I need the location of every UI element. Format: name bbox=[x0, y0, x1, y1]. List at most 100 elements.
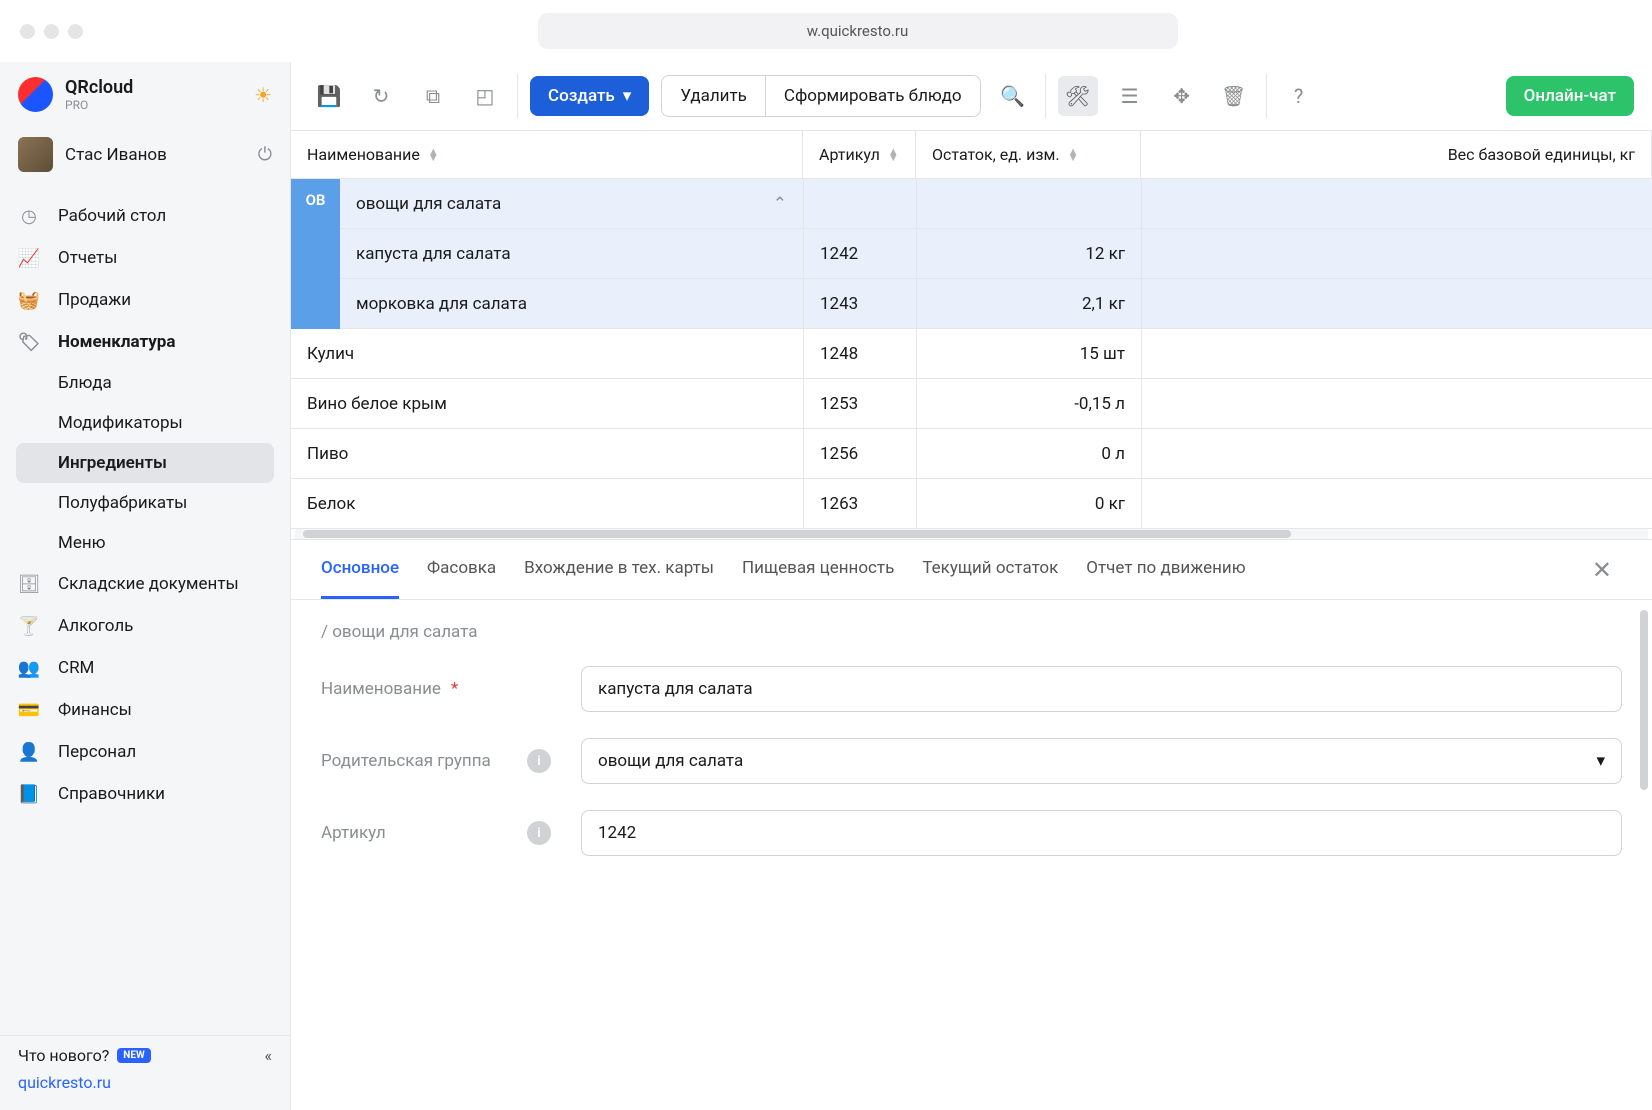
form-row-name: Наименование * bbox=[321, 666, 1622, 712]
delete-button[interactable]: Удалить bbox=[661, 75, 765, 117]
nav-menu[interactable]: Меню bbox=[0, 523, 290, 563]
paste-button[interactable]: ◰ bbox=[465, 76, 505, 116]
separator bbox=[517, 74, 518, 118]
move-button[interactable]: ✥ bbox=[1162, 76, 1202, 116]
maximize-window[interactable] bbox=[68, 24, 83, 39]
sort-icon: ▲▼ bbox=[428, 149, 439, 161]
whats-new-label: Что нового? bbox=[18, 1046, 109, 1065]
create-label: Создать bbox=[548, 86, 615, 106]
vertical-scrollbar[interactable] bbox=[1640, 610, 1648, 790]
table-row[interactable]: Белок 1263 0 кг bbox=[291, 479, 1652, 529]
column-label: Остаток, ед. изм. bbox=[932, 145, 1060, 164]
help-button[interactable]: ? bbox=[1279, 76, 1319, 116]
whats-new[interactable]: Что нового? NEW « bbox=[18, 1046, 272, 1065]
nav-dishes[interactable]: Блюда bbox=[0, 363, 290, 403]
tab-nutrition[interactable]: Пищевая ценность bbox=[742, 540, 894, 599]
url-bar[interactable]: w.quickresto.ru bbox=[538, 13, 1178, 49]
search-button[interactable]: 🔍 bbox=[993, 76, 1033, 116]
nav-references[interactable]: 📘 Справочники bbox=[0, 773, 290, 815]
column-article[interactable]: Артикул ▲▼ bbox=[803, 131, 916, 178]
refresh-button[interactable]: ↻ bbox=[361, 76, 401, 116]
nav-finance[interactable]: 💳 Финансы bbox=[0, 689, 290, 731]
nav-alcohol[interactable]: 🍸 Алкоголь bbox=[0, 605, 290, 647]
cell-stock: 0 кг bbox=[916, 479, 1141, 528]
cell-article: 1253 bbox=[803, 379, 916, 428]
list-button[interactable]: ☰ bbox=[1110, 76, 1150, 116]
new-badge: NEW bbox=[117, 1048, 150, 1063]
nav-ingredients[interactable]: Ингредиенты bbox=[16, 443, 274, 483]
column-weight[interactable]: Вес базовой единицы, кг bbox=[1141, 131, 1652, 178]
table-row[interactable]: Пиво 1256 0 л bbox=[291, 429, 1652, 479]
cell-stock: -0,15 л bbox=[916, 379, 1141, 428]
minimize-window[interactable] bbox=[44, 24, 59, 39]
article-field[interactable] bbox=[581, 810, 1622, 856]
tab-current-stock[interactable]: Текущий остаток bbox=[922, 540, 1058, 599]
copy-button[interactable]: ⧉ bbox=[413, 76, 453, 116]
nav-label: CRM bbox=[58, 658, 94, 678]
horizontal-scrollbar[interactable] bbox=[295, 529, 1648, 539]
footer-link[interactable]: quickresto.ru bbox=[18, 1073, 111, 1092]
info-icon[interactable]: i bbox=[527, 749, 551, 773]
nav-warehouse[interactable]: 🗄 Складские документы bbox=[0, 563, 290, 605]
chevron-down-icon: ▾ bbox=[1596, 751, 1605, 771]
nav-nomenclature[interactable]: 🏷 Номенклатура bbox=[0, 321, 290, 363]
gauge-icon: ◷ bbox=[18, 205, 40, 227]
nav-reports[interactable]: 📈 Отчеты bbox=[0, 237, 290, 279]
cell-name: морковка для салата bbox=[356, 294, 527, 314]
brand-name: QRcloud bbox=[65, 77, 133, 98]
chevron-up-icon[interactable]: ⌃ bbox=[773, 194, 787, 214]
cell-name: капуста для салата bbox=[356, 244, 511, 264]
tab-tech-cards[interactable]: Вхождение в тех. карты bbox=[524, 540, 714, 599]
sidebar-header: QRcloud PRO ☀ bbox=[0, 62, 290, 122]
save-button[interactable]: 💾 bbox=[309, 76, 349, 116]
chat-button[interactable]: Онлайн-чат bbox=[1506, 76, 1634, 116]
group-name: овощи для салата bbox=[356, 194, 501, 214]
cell-article: 1242 bbox=[803, 229, 916, 278]
nav-sales[interactable]: 🧺 Продажи bbox=[0, 279, 290, 321]
brand-tier: PRO bbox=[65, 98, 133, 112]
nav-label: Алкоголь bbox=[58, 616, 133, 636]
sort-icon: ▲▼ bbox=[888, 149, 899, 161]
cocktail-icon: 🍸 bbox=[18, 615, 40, 637]
power-icon[interactable]: ⏻ bbox=[258, 144, 272, 165]
close-icon[interactable]: ✕ bbox=[1582, 546, 1622, 594]
nav-label: Персонал bbox=[58, 742, 136, 762]
table-row[interactable]: морковка для салата 1243 2,1 кг bbox=[340, 279, 1652, 329]
separator bbox=[1266, 74, 1267, 118]
cell-article: 1248 bbox=[803, 329, 916, 378]
name-field[interactable] bbox=[581, 666, 1622, 712]
parent-select[interactable]: овощи для салата ▾ bbox=[581, 738, 1622, 784]
nav-dashboard[interactable]: ◷ Рабочий стол bbox=[0, 195, 290, 237]
collapse-icon[interactable]: « bbox=[264, 1046, 272, 1065]
trash-button[interactable]: 🗑 bbox=[1214, 76, 1254, 116]
nav-crm[interactable]: 👥 CRM bbox=[0, 647, 290, 689]
table-row[interactable]: Кулич 1248 15 шт bbox=[291, 329, 1652, 379]
theme-toggle-icon[interactable]: ☀ bbox=[254, 83, 272, 107]
nav-personnel[interactable]: 👤 Персонал bbox=[0, 731, 290, 773]
user-name: Стас Иванов bbox=[65, 145, 246, 165]
column-stock[interactable]: Остаток, ед. изм. ▲▼ bbox=[916, 131, 1141, 178]
group-row[interactable]: овощи для салата ⌃ bbox=[340, 179, 1652, 229]
avatar[interactable] bbox=[18, 137, 53, 172]
cell-name: Вино белое крым bbox=[307, 394, 447, 414]
label-parent: Родительская группа bbox=[321, 751, 491, 771]
info-icon[interactable]: i bbox=[527, 821, 551, 845]
sort-icon: ▲▼ bbox=[1068, 149, 1079, 161]
table-row[interactable]: Вино белое крым 1253 -0,15 л bbox=[291, 379, 1652, 429]
tab-movement[interactable]: Отчет по движению bbox=[1086, 540, 1245, 599]
app-logo bbox=[18, 77, 53, 112]
form-dish-button[interactable]: Сформировать блюдо bbox=[765, 75, 981, 117]
create-button[interactable]: Создать ▾ bbox=[530, 76, 649, 116]
table-header: Наименование ▲▼ Артикул ▲▼ Остаток, ед. … bbox=[291, 131, 1652, 179]
tag-icon: 🏷 bbox=[18, 331, 40, 353]
scrollbar-thumb[interactable] bbox=[303, 530, 1291, 538]
nav-semifinished[interactable]: Полуфабрикаты bbox=[0, 483, 290, 523]
tab-packaging[interactable]: Фасовка bbox=[427, 540, 496, 599]
tools-button[interactable]: 🛠 bbox=[1058, 76, 1098, 116]
nav-modifiers[interactable]: Модификаторы bbox=[0, 403, 290, 443]
table-row[interactable]: капуста для салата 1242 12 кг bbox=[340, 229, 1652, 279]
cell-stock: 15 шт bbox=[916, 329, 1141, 378]
close-window[interactable] bbox=[20, 24, 35, 39]
column-name[interactable]: Наименование ▲▼ bbox=[291, 131, 803, 178]
tab-main[interactable]: Основное bbox=[321, 540, 399, 599]
